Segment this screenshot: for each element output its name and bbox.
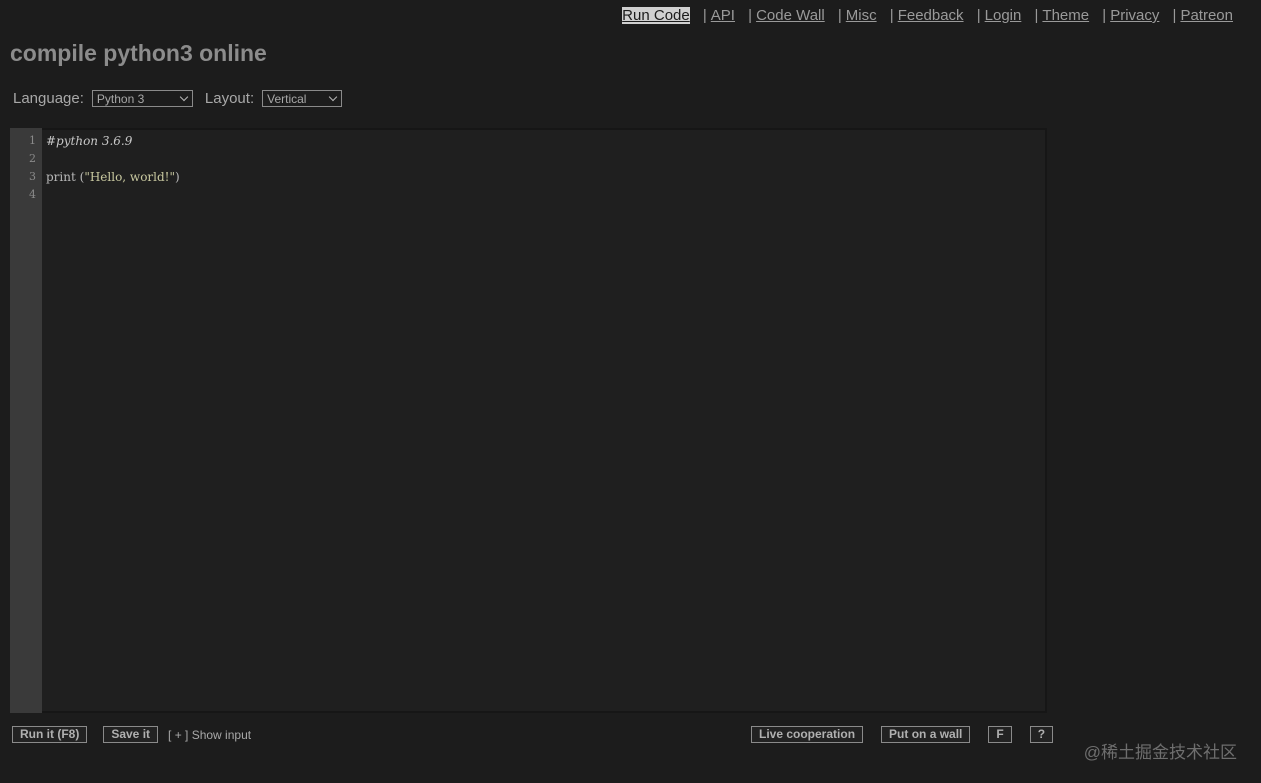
page-title: compile python3 online <box>10 40 267 66</box>
line-number: 4 <box>29 188 36 201</box>
nav-separator: | <box>702 7 707 24</box>
language-select-value: Python 3 <box>96 91 145 106</box>
language-label: Language: <box>13 90 84 107</box>
code-editor[interactable]: 1 2 3 4 #python 3.6.9 print ("Hello, wor… <box>10 128 1047 713</box>
fullscreen-button[interactable]: F <box>988 726 1012 743</box>
language-select[interactable]: Python 3 <box>91 90 193 107</box>
layout-select[interactable]: Vertical <box>262 90 343 107</box>
editor-controls: Language: Python 3 Layout: Vertical <box>13 90 343 107</box>
watermark: @稀土掘金技术社区 <box>1083 743 1237 762</box>
share-toolbar: Live cooperation Put on a wall F ? <box>751 726 1054 743</box>
top-nav: Run Code | API | Code Wall | Misc | Feedback… <box>622 7 1233 24</box>
nav-misc-link[interactable]: Misc <box>846 7 877 24</box>
line-number: 3 <box>29 170 36 183</box>
nav-api-link[interactable]: API <box>711 7 735 24</box>
run-button[interactable]: Run it (F8) <box>12 726 88 743</box>
nav-separator: | <box>837 7 842 24</box>
code-paren: ) <box>175 170 180 184</box>
run-toolbar: Run it (F8) Save it [ + ] Show input <box>12 726 251 743</box>
nav-separator: | <box>976 7 981 24</box>
chevron-down-icon <box>328 92 338 102</box>
nav-theme-link[interactable]: Theme <box>1042 7 1089 24</box>
nav-separator: | <box>889 7 894 24</box>
nav-separator: | <box>1172 7 1177 24</box>
nav-login-link[interactable]: Login <box>985 7 1022 24</box>
layout-select-value: Vertical <box>267 91 307 106</box>
nav-separator: | <box>748 7 753 24</box>
code-comment: #python 3.6.9 <box>46 134 133 148</box>
help-button[interactable]: ? <box>1029 726 1054 743</box>
code-line[interactable]: #python 3.6.9 <box>46 132 1043 150</box>
nav-code-wall-link[interactable]: Code Wall <box>756 7 825 24</box>
line-number: 1 <box>29 134 36 147</box>
show-input-toggle[interactable]: [ + ] Show input <box>168 728 251 742</box>
nav-patreon-link[interactable]: Patreon <box>1180 7 1233 24</box>
code-function: print ( <box>46 170 85 184</box>
layout-label: Layout: <box>204 90 255 107</box>
nav-privacy-link[interactable]: Privacy <box>1110 7 1159 24</box>
put-on-wall-button[interactable]: Put on a wall <box>881 726 971 743</box>
nav-feedback-link[interactable]: Feedback <box>898 7 964 24</box>
line-number: 2 <box>29 152 36 165</box>
code-line[interactable]: print ("Hello, world!") <box>46 168 1043 186</box>
save-button[interactable]: Save it <box>103 726 159 743</box>
code-string: "Hello, world!" <box>84 170 176 184</box>
nav-separator: | <box>1102 7 1107 24</box>
nav-separator: | <box>1034 7 1039 24</box>
chevron-down-icon <box>179 92 189 102</box>
code-line[interactable] <box>46 186 1043 204</box>
code-line[interactable] <box>46 150 1043 168</box>
nav-run-code-link[interactable]: Run Code <box>622 7 690 24</box>
live-cooperation-button[interactable]: Live cooperation <box>751 726 864 743</box>
code-area[interactable]: #python 3.6.9 print ("Hello, world!") <box>46 132 1043 709</box>
line-number-gutter: 1 2 3 4 <box>10 128 42 713</box>
